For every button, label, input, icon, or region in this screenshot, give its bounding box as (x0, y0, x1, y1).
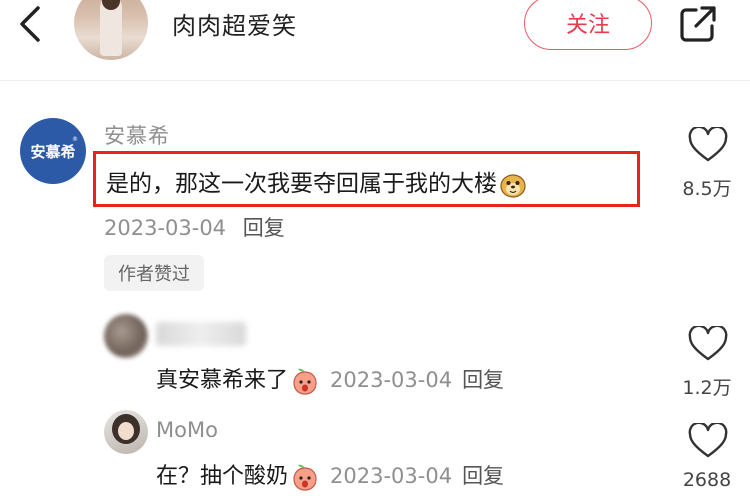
reply-date: 2023-03-04 (330, 464, 453, 488)
heart-icon[interactable] (688, 423, 728, 459)
comment-text[interactable]: 是的，那这一次我要夺回属于我的大楼 (106, 164, 527, 199)
meerkat-emoji-icon (500, 173, 526, 198)
author-name[interactable]: 肉肉超爱笑 (172, 6, 297, 41)
reply-button[interactable]: 回复 (462, 368, 504, 392)
share-icon[interactable] (678, 4, 718, 44)
author-liked-badge: 作者赞过 (104, 255, 204, 291)
reply-date: 2023-03-04 (330, 368, 453, 392)
reply-text[interactable]: 真安慕希来了 2023-03-04 回复 (156, 362, 504, 396)
follow-button[interactable]: 关注 (524, 0, 652, 50)
avatar-face (118, 422, 134, 440)
comment-date: 2023-03-04 (104, 216, 227, 240)
comment-body: 是的，那这一次我要夺回属于我的大楼 (106, 171, 497, 197)
like-count: 2688 (682, 469, 732, 491)
reply-text[interactable]: 在？抽个酸奶 2023-03-04 回复 (156, 458, 504, 492)
reply-button[interactable]: 回复 (462, 464, 504, 488)
top-bar: 肉肉超爱笑 关注 (0, 0, 750, 80)
commenter-avatar[interactable]: 安慕希 ® (20, 118, 86, 184)
reply-username-blurred (156, 322, 246, 346)
comment-meta: 2023-03-04 回复 (104, 212, 285, 242)
reply-body: 在？抽个酸奶 (156, 464, 289, 489)
peach-emoji-icon (293, 464, 317, 491)
avatar-brand-text: 安慕希 (30, 142, 76, 161)
commenter-name[interactable]: 安慕希 (104, 120, 170, 150)
back-arrow-icon[interactable] (14, 4, 48, 44)
reply-avatar[interactable] (104, 410, 148, 454)
like-count: 1.2万 (682, 377, 732, 399)
reply-avatar[interactable] (104, 314, 148, 358)
reply-button[interactable]: 回复 (243, 216, 285, 240)
avatar-trademark: ® (72, 136, 78, 143)
author-avatar[interactable] (74, 0, 148, 60)
like-count: 8.5万 (682, 178, 732, 200)
heart-icon[interactable] (688, 326, 728, 362)
peach-emoji-icon (293, 368, 317, 395)
heart-icon[interactable] (688, 127, 728, 163)
header-divider (0, 80, 750, 81)
reply-body: 真安慕希来了 (156, 368, 289, 393)
reply-username[interactable]: MoMo (156, 418, 218, 442)
